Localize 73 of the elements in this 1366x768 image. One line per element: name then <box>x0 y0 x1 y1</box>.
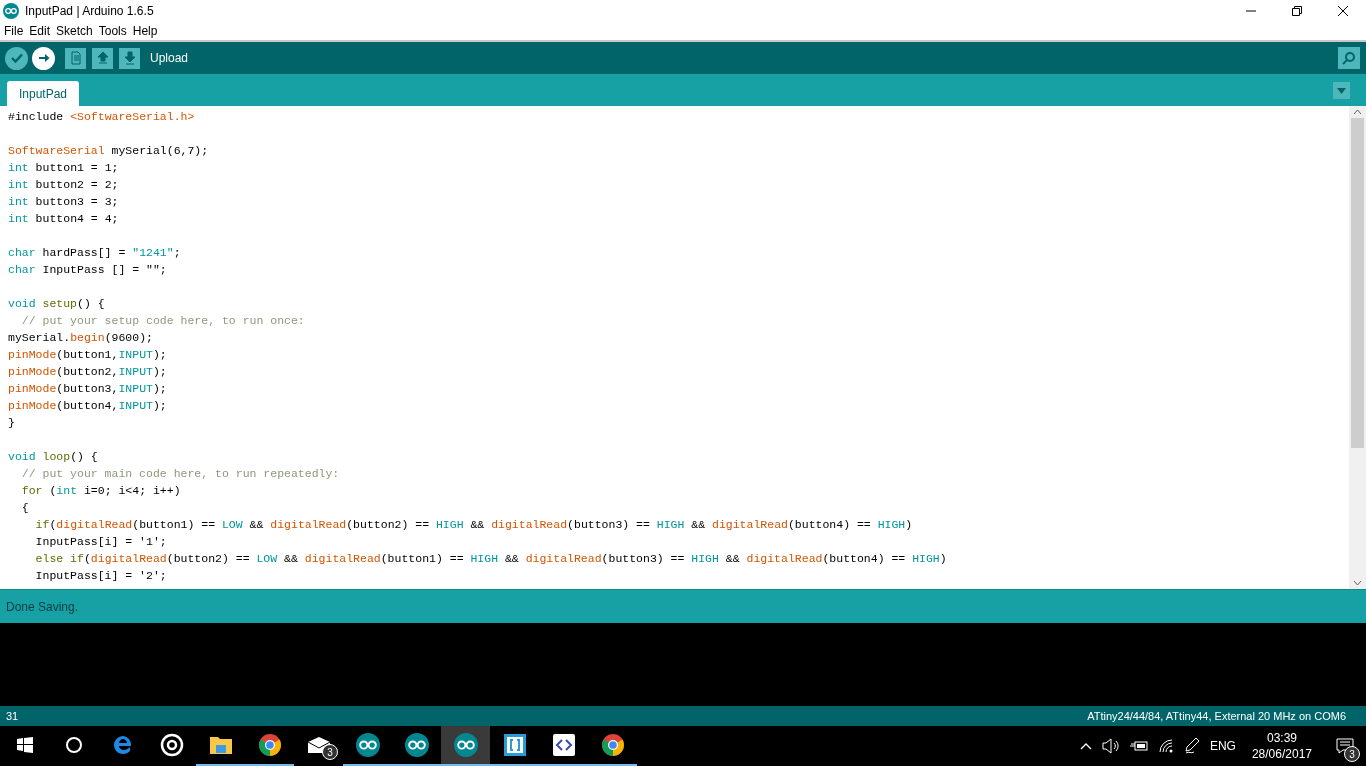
speaker-icon[interactable] <box>1101 738 1120 754</box>
serial-monitor-button[interactable] <box>1338 47 1360 69</box>
magnifier-icon <box>1341 50 1357 66</box>
line-number: 31 <box>6 708 19 724</box>
pen-icon[interactable] <box>1183 737 1200 755</box>
code-line: char hardPass[] = "1241"; <box>8 245 181 261</box>
window-title: InputPad | Arduino 1.6.5 <box>25 3 154 20</box>
status-message: Done Saving. <box>6 598 79 616</box>
code-line: if(digitalRead(button1) == LOW && digitalRead(button2) == HIGH && digitalRead(button3) == HIGH && digitalRead(button4) == HIGH) <box>34 517 913 533</box>
code-line: int button1 = 1; <box>8 160 119 176</box>
arduino-logo-icon <box>453 733 478 757</box>
new-button[interactable] <box>65 47 86 69</box>
menu-item[interactable]: Edit <box>26 22 54 40</box>
chrome-logo-icon <box>257 733 282 757</box>
code-line: // put your main code here, to run repeatedly: <box>20 466 340 482</box>
notification-count: 3 <box>1344 746 1360 762</box>
restore-icon <box>1292 6 1302 16</box>
chrome-logo-icon <box>600 733 625 757</box>
code-line: } <box>8 415 15 431</box>
arduino-logo-icon <box>404 733 429 757</box>
code-line: int button3 = 3; <box>8 194 119 210</box>
folder-icon <box>208 735 233 755</box>
windows-icon <box>16 737 33 753</box>
menu-item[interactable]: Sketch <box>53 22 96 40</box>
toolbar-hint: Upload <box>150 50 189 67</box>
sketch-tab[interactable]: InputPad <box>7 81 80 106</box>
code-line: pinMode(button1,INPUT); <box>8 347 167 363</box>
clock-time[interactable]: 03:39 <box>1266 730 1297 746</box>
code-line: pinMode(button4,INPUT); <box>8 398 167 414</box>
code-line: void setup() { <box>8 296 105 312</box>
arduino-logo-icon <box>355 733 380 757</box>
disc-icon <box>159 733 184 757</box>
caret-down-icon <box>1337 87 1346 94</box>
scrollbar[interactable] <box>1349 106 1366 589</box>
code-line: char InputPass [] = ""; <box>8 262 167 278</box>
code-line: InputPass[i] = '2'; <box>34 568 167 584</box>
code-line: #include <SoftwareSerial.h> <box>8 109 195 125</box>
tab-menu-button[interactable] <box>1333 82 1350 99</box>
open-button[interactable] <box>92 47 113 69</box>
menu-item[interactable]: Help <box>129 22 161 40</box>
wifi-icon[interactable] <box>1157 738 1174 754</box>
code-line: mySerial.begin(9600); <box>8 330 153 346</box>
clock-date[interactable]: 28/06/2017 <box>1251 746 1312 762</box>
e-logo-icon <box>111 734 134 756</box>
code-line: pinMode(button3,INPUT); <box>8 381 167 397</box>
language-indicator[interactable]: ENG <box>1209 737 1236 755</box>
verify-button[interactable] <box>5 46 28 70</box>
code-line: pinMode(button2,INPUT); <box>8 364 167 380</box>
code-line: else if(digitalRead(button2) == LOW && digitalRead(button1) == HIGH && digitalRead(button3) == HIGH && digitalRead(button4) == HIGH) <box>34 551 947 567</box>
code-line: { <box>20 500 29 516</box>
notifications-button[interactable]: 3 <box>1328 726 1362 766</box>
code-line: SoftwareSerial mySerial(6,7); <box>8 143 209 159</box>
menu-item[interactable]: Tools <box>95 22 130 40</box>
code-line: // put your setup code here, to run once: <box>20 313 305 329</box>
battery-plug-icon[interactable] <box>1129 740 1148 752</box>
count-badge: 3 <box>322 744 338 760</box>
brackets-icon <box>502 733 527 757</box>
arduino-logo-icon <box>3 3 19 19</box>
save-button[interactable] <box>119 47 140 69</box>
code-brackets-icon <box>551 733 576 757</box>
taskbar-app-button[interactable]: 3 <box>294 726 343 766</box>
menu-item[interactable]: File <box>1 22 27 40</box>
code-line: int button2 = 2; <box>8 177 119 193</box>
board-info: ATtiny24/44/84, ATtiny44, External 20 MHz on COM6 <box>1087 708 1346 724</box>
close-icon <box>1338 6 1348 16</box>
search-icon <box>64 736 83 754</box>
chevron-up-icon[interactable] <box>1079 742 1092 750</box>
upload-button[interactable] <box>32 46 55 70</box>
code-line: int button4 = 4; <box>8 211 119 227</box>
code-line: void loop() { <box>8 449 98 465</box>
taskbar-app-button[interactable] <box>441 726 490 766</box>
code-line: for (int i=0; i<4; i++) <box>20 483 181 499</box>
code-line: InputPass[i] = '1'; <box>34 534 167 550</box>
